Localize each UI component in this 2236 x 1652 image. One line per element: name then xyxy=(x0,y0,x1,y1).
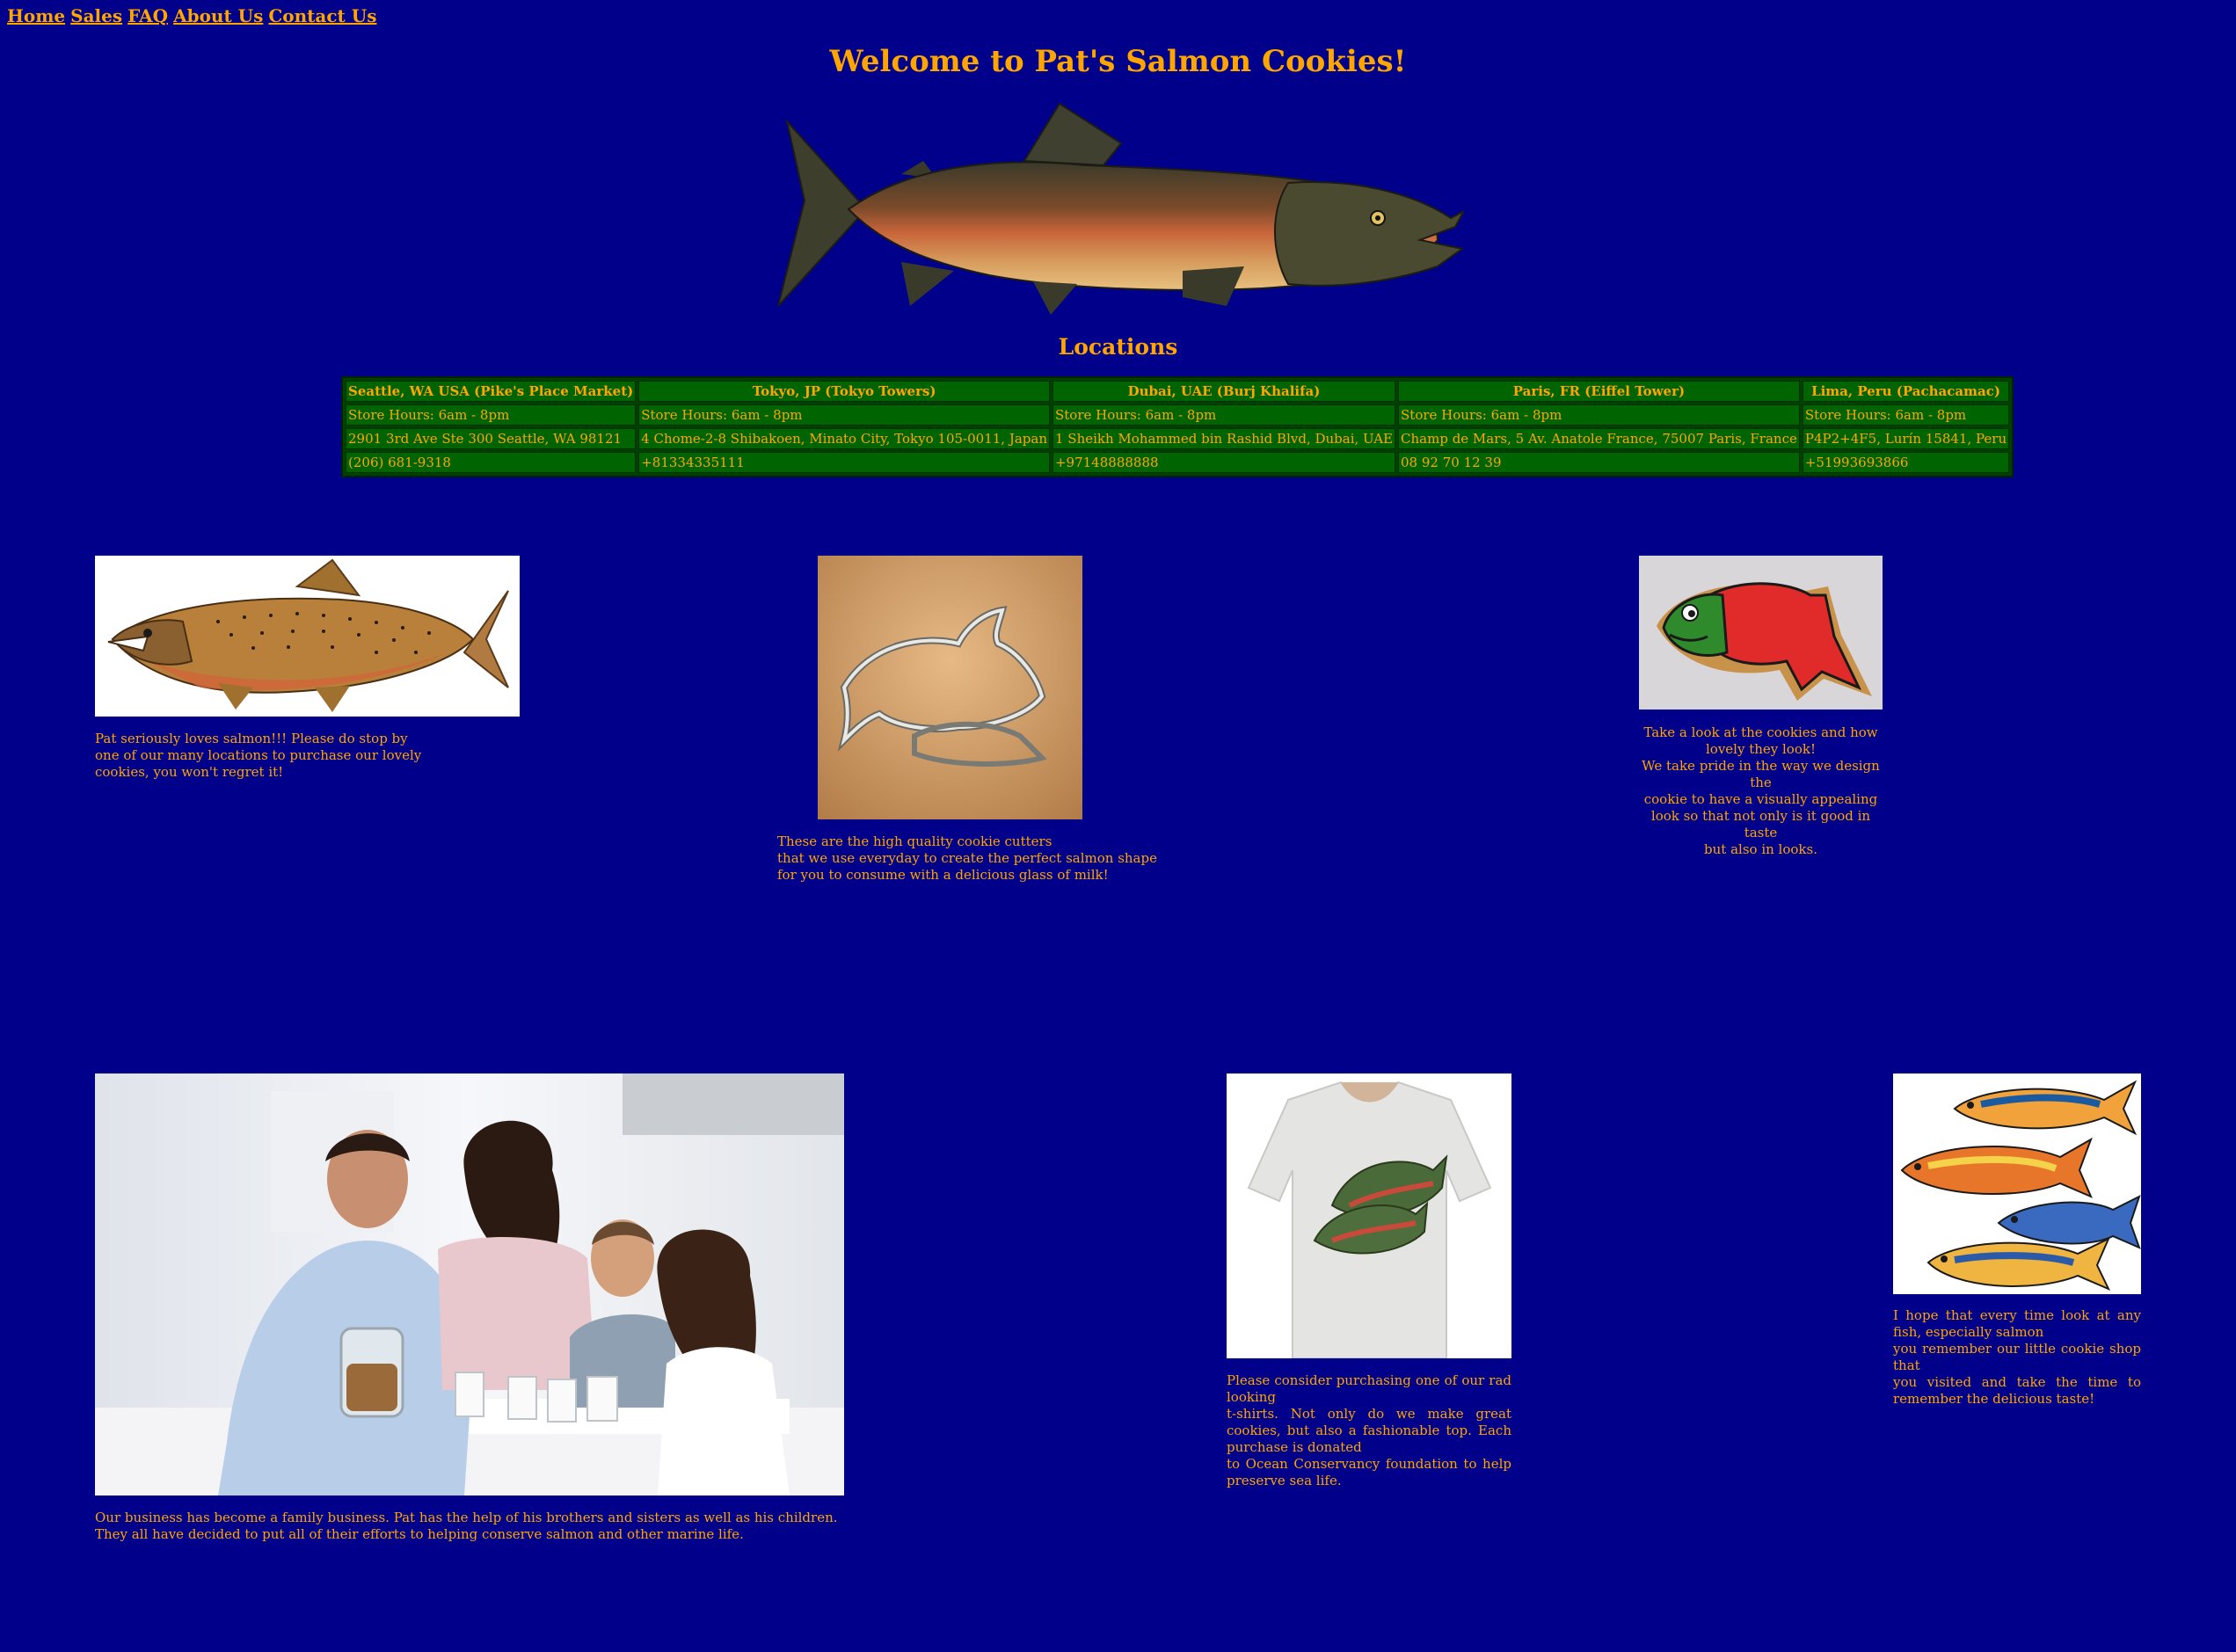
tshirt-caption: Please consider purchasing one of our ra… xyxy=(1227,1372,1511,1488)
locations-heading: Locations xyxy=(1058,334,1178,360)
store-address-paris: Champ de Mars, 5 Av. Anatole France, 750… xyxy=(1398,428,1800,449)
nav-link-contact-us[interactable]: Contact Us xyxy=(268,5,376,26)
nav-link-home[interactable]: Home xyxy=(7,5,65,26)
family-caption: Our business has become a family busines… xyxy=(95,1510,838,1542)
family-photo xyxy=(95,1073,844,1496)
store-name-dubai: Dubai, UAE (Burj Khalifa) xyxy=(1052,381,1396,402)
tshirt-photo xyxy=(1227,1073,1511,1358)
store-address-seattle: 2901 3rd Ave Ste 300 Seattle, WA 98121 xyxy=(346,428,637,449)
store-phone-seattle: (206) 681-9318 xyxy=(346,452,637,473)
store-address-lima: P4P2+4F5, Lurín 15841, Peru xyxy=(1802,428,2010,449)
salmon-cookie-photo xyxy=(1639,556,1883,710)
top-nav: Home Sales FAQ About Us Contact Us xyxy=(7,5,382,26)
fish-art-photo xyxy=(1893,1073,2141,1294)
store-address-tokyo: 4 Chome-2-8 Shibakoen, Minato City, Toky… xyxy=(638,428,1050,449)
store-hours-lima: Store Hours: 6am - 8pm xyxy=(1802,404,2010,426)
store-hours-tokyo: Store Hours: 6am - 8pm xyxy=(638,404,1050,426)
store-name-tokyo: Tokyo, JP (Tokyo Towers) xyxy=(638,381,1050,402)
fish-art-caption: I hope that every time look at any fish,… xyxy=(1893,1307,2141,1407)
locations-table: Seattle, WA USA (Pike's Place Market) To… xyxy=(341,376,2014,477)
salmon-caption: Pat seriously loves salmon!!! Please do … xyxy=(95,731,422,780)
nav-link-faq[interactable]: FAQ xyxy=(127,5,168,26)
salmon-photo xyxy=(95,556,520,717)
page-title: Welcome to Pat's Salmon Cookies! xyxy=(829,44,1407,79)
store-phone-paris: 08 92 70 12 39 xyxy=(1398,452,1800,473)
nav-link-about-us[interactable]: About Us xyxy=(173,5,263,26)
store-name-seattle: Seattle, WA USA (Pike's Place Market) xyxy=(346,381,637,402)
hero-salmon-image xyxy=(769,95,1464,324)
store-phone-tokyo: +81334335111 xyxy=(638,452,1050,473)
table-row: (206) 681-9318 +81334335111 +97148888888… xyxy=(346,452,2010,473)
store-name-lima: Lima, Peru (Pachacamac) xyxy=(1802,381,2010,402)
table-row: 2901 3rd Ave Ste 300 Seattle, WA 98121 4… xyxy=(346,428,2010,449)
table-row: Store Hours: 6am - 8pm Store Hours: 6am … xyxy=(346,404,2010,426)
store-hours-seattle: Store Hours: 6am - 8pm xyxy=(346,404,637,426)
cookie-cutter-photo xyxy=(818,556,1082,819)
store-phone-dubai: +97148888888 xyxy=(1052,452,1396,473)
salmon-cookie-caption: Take a look at the cookies and how lovel… xyxy=(1642,724,1880,857)
nav-link-sales[interactable]: Sales xyxy=(70,5,122,26)
store-phone-lima: +51993693866 xyxy=(1802,452,2010,473)
store-hours-paris: Store Hours: 6am - 8pm xyxy=(1398,404,1800,426)
table-header-row: Seattle, WA USA (Pike's Place Market) To… xyxy=(346,381,2010,402)
store-address-dubai: 1 Sheikh Mohammed bin Rashid Blvd, Dubai… xyxy=(1052,428,1396,449)
store-name-paris: Paris, FR (Eiffel Tower) xyxy=(1398,381,1800,402)
cookie-cutter-caption: These are the high quality cookie cutter… xyxy=(777,833,1157,883)
store-hours-dubai: Store Hours: 6am - 8pm xyxy=(1052,404,1396,426)
